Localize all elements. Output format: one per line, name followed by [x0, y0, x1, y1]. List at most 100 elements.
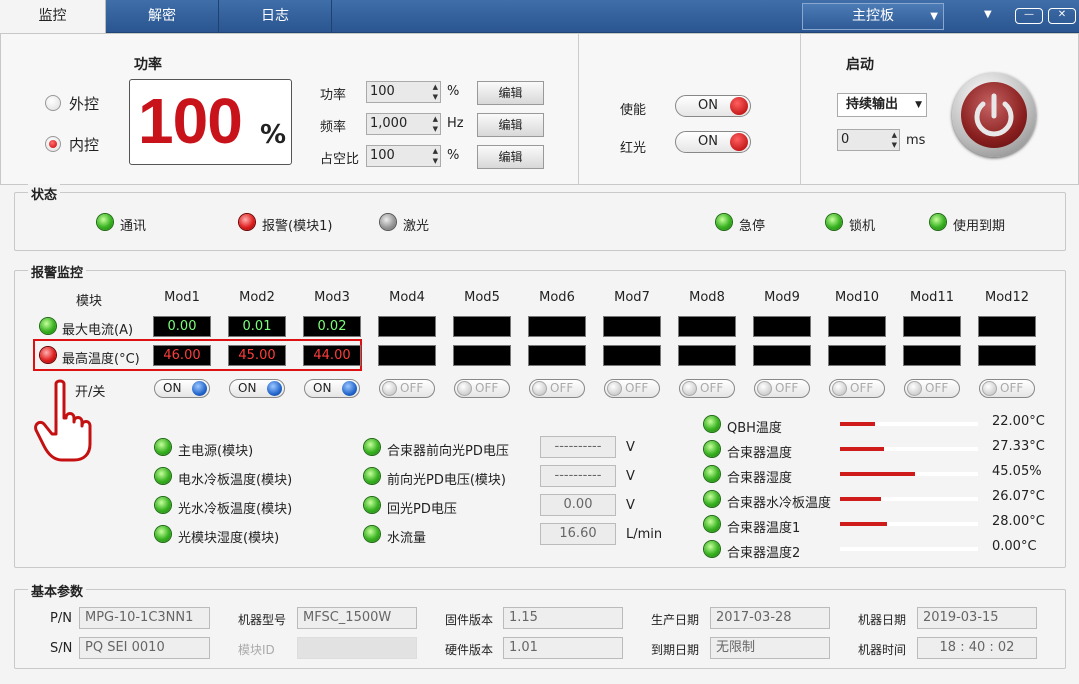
toggle-knob-icon	[342, 381, 357, 396]
sensor-label: QBH温度	[727, 421, 782, 436]
power-button[interactable]	[952, 73, 1036, 157]
sensor-level-fill	[840, 422, 875, 426]
max-current-cell	[828, 316, 886, 337]
sensor-level-bar	[840, 547, 978, 551]
sensor-value: 22.00°C	[992, 414, 1045, 429]
back-pd-value: 0.00	[540, 494, 616, 516]
water-flow-unit: L/min	[626, 527, 663, 542]
module-switch-state: ON	[313, 381, 332, 395]
module-switch-state: OFF	[550, 381, 574, 395]
module-switch[interactable]: ON	[154, 379, 210, 398]
module-switch[interactable]: OFF	[379, 379, 435, 398]
toggle-knob-icon	[682, 381, 697, 396]
sn-field: PQ SEI 0010	[79, 637, 210, 659]
module-header-6: Mod6	[539, 290, 575, 305]
forward-pd-label: 前向光PD电压(模块)	[387, 473, 506, 488]
board-select[interactable]: 主控板 ▼	[802, 3, 944, 30]
module-switch[interactable]: OFF	[454, 379, 510, 398]
sensor-level-bar	[840, 522, 978, 526]
module-switch[interactable]: OFF	[829, 379, 885, 398]
lock-status-label: 锁机	[849, 219, 876, 234]
duty-spinbox[interactable]: 100 ▲ ▼	[366, 145, 441, 167]
tab-log[interactable]: 日志	[219, 0, 332, 33]
alarm-status-led	[239, 214, 255, 230]
max-temp-cell	[903, 345, 961, 366]
sensor-led	[704, 541, 720, 557]
max-current-cell	[378, 316, 436, 337]
sensor-level-fill	[840, 472, 915, 476]
divider	[800, 33, 801, 185]
max-temp-cell	[978, 345, 1036, 366]
status-section	[14, 192, 1066, 251]
main-power-label: 主电源(模块)	[178, 444, 254, 459]
module-header-8: Mod8	[689, 290, 725, 305]
machine-model-field: MFSC_1500W	[297, 607, 417, 629]
setting-unit-duty: %	[447, 148, 460, 163]
module-switch[interactable]: OFF	[904, 379, 960, 398]
module-switch[interactable]: OFF	[754, 379, 810, 398]
module-switch[interactable]: ON	[304, 379, 360, 398]
spin-arrows-icon[interactable]: ▲ ▼	[433, 114, 438, 134]
spin-arrows-icon[interactable]: ▲ ▼	[433, 146, 438, 166]
spin-arrows-icon[interactable]: ▲ ▼	[433, 82, 438, 102]
module-header-10: Mod10	[835, 290, 879, 305]
edit-duty-button[interactable]: 编辑	[477, 145, 544, 169]
module-switch[interactable]: OFF	[679, 379, 735, 398]
forward-pd-value: ----------	[540, 465, 616, 487]
internal-control-radio[interactable]	[45, 136, 61, 152]
red-light-label: 红光	[620, 141, 647, 156]
divider	[578, 33, 579, 185]
max-temp-cell	[678, 345, 736, 366]
pn-label: P/N	[50, 611, 72, 626]
module-header-11: Mod11	[910, 290, 954, 305]
prod-date-field: 2017-03-28	[710, 607, 830, 629]
tab-monitor[interactable]: 监控	[0, 0, 106, 33]
spin-arrows-icon[interactable]: ▲ ▼	[892, 130, 897, 150]
sensor-level-fill	[840, 447, 884, 451]
enable-toggle[interactable]: ON	[675, 95, 751, 117]
sn-label: S/N	[50, 641, 73, 656]
lock-status-led	[826, 214, 842, 230]
delay-spinbox[interactable]: 0 ▲ ▼	[837, 129, 900, 151]
module-switch[interactable]: OFF	[979, 379, 1035, 398]
firmware-label: 固件版本	[445, 613, 494, 627]
sensor-value: 26.07°C	[992, 489, 1045, 504]
tab-decrypt[interactable]: 解密	[106, 0, 219, 33]
module-header-3: Mod3	[314, 290, 350, 305]
sensor-led	[704, 516, 720, 532]
module-header-4: Mod4	[389, 290, 425, 305]
module-switch[interactable]: OFF	[604, 379, 660, 398]
minimize-icon[interactable]: —	[1015, 8, 1043, 24]
power-icon	[961, 82, 1027, 148]
output-mode-value: 持续输出	[846, 97, 899, 112]
hand-pointer-icon	[34, 379, 92, 462]
sensor-value: 27.33°C	[992, 439, 1045, 454]
external-control-radio[interactable]	[45, 95, 61, 111]
comm-status-label: 通讯	[120, 219, 147, 234]
module-header-7: Mod7	[614, 290, 650, 305]
max-current-cell	[528, 316, 586, 337]
setting-label-frequency: 频率	[320, 120, 347, 135]
edit-power-button[interactable]: 编辑	[477, 81, 544, 105]
module-switch[interactable]: OFF	[529, 379, 585, 398]
sensor-level-fill	[840, 522, 887, 526]
output-mode-select[interactable]: 持续输出 ▼	[837, 93, 927, 117]
module-switch-state: ON	[238, 381, 257, 395]
edit-frequency-button[interactable]: 编辑	[477, 113, 544, 137]
module-switch[interactable]: ON	[229, 379, 285, 398]
frequency-spinbox[interactable]: 1,000 ▲ ▼	[366, 113, 441, 135]
chevron-down-icon: ▼	[930, 11, 938, 22]
power-display: 100 %	[129, 79, 292, 165]
machine-model-label: 机器型号	[238, 613, 287, 627]
module-switch-state: OFF	[850, 381, 874, 395]
delay-unit: ms	[906, 133, 926, 148]
menu-dropdown-icon[interactable]: ▼	[984, 9, 992, 20]
toggle-knob-icon	[730, 133, 748, 151]
sensor-level-bar	[840, 447, 978, 451]
max-temp-cell	[603, 345, 661, 366]
elec-cooling-led	[155, 468, 171, 484]
red-light-toggle[interactable]: ON	[675, 131, 751, 153]
power-spinbox[interactable]: 100 ▲ ▼	[366, 81, 441, 103]
max-current-led	[40, 318, 56, 334]
close-icon[interactable]: ✕	[1048, 8, 1076, 24]
